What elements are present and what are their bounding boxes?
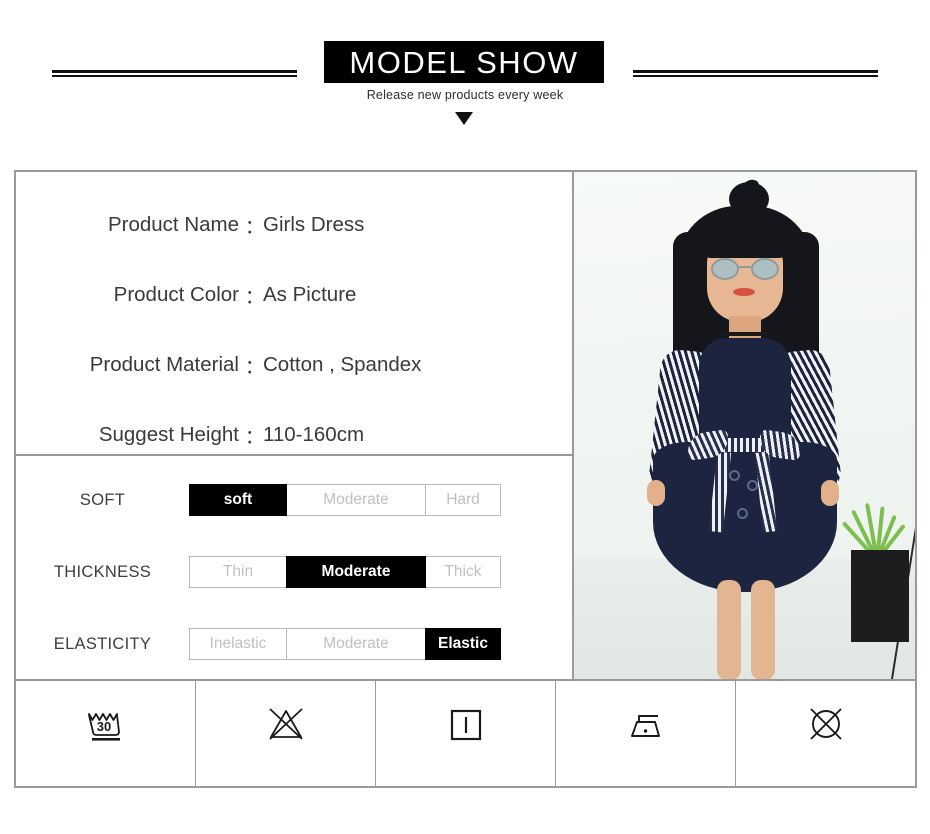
- do-not-dry-clean-icon: [809, 707, 842, 740]
- option-thickness-2[interactable]: Thick: [425, 556, 501, 588]
- do-not-bleach-icon: [268, 707, 303, 740]
- spec-label: Product Name: [107, 213, 239, 236]
- attribute-row-thickness: THICKNESS Thin Moderate Thick: [16, 536, 572, 608]
- wash-30-icon: 30: [87, 712, 120, 741]
- attribute-list: SOFT soft Moderate Hard THICKNESS Thin M…: [16, 456, 572, 680]
- attribute-options-soft: soft Moderate Hard: [189, 484, 501, 516]
- option-thickness-0[interactable]: Thin: [189, 556, 287, 588]
- sunglasses-icon: [709, 258, 781, 280]
- model-photo: [572, 172, 915, 679]
- spec-value: As Picture: [263, 283, 357, 306]
- spec-colon: ：: [245, 286, 265, 308]
- decorative-rule-right-icon: [633, 70, 878, 77]
- spec-value: 110-160cm: [263, 423, 365, 446]
- product-detail-page: MODEL SHOW Release new products every we…: [0, 0, 930, 834]
- spec-row: Product Name ： Girls Dress: [16, 190, 572, 260]
- spec-colon: ：: [245, 426, 265, 448]
- spec-list: Product Name ： Girls Dress Product Color…: [16, 172, 572, 454]
- product-info-card: Product Name ： Girls Dress Product Color…: [14, 170, 917, 788]
- care-cell-iron: [556, 681, 736, 786]
- spec-label: Suggest Height: [98, 423, 239, 446]
- decorative-rule-left-icon: [52, 70, 297, 77]
- triangle-down-icon: [455, 112, 473, 125]
- page-header: MODEL SHOW Release new products every we…: [0, 0, 930, 150]
- page-title-banner: MODEL SHOW: [324, 41, 604, 83]
- attribute-options-thickness: Thin Moderate Thick: [189, 556, 501, 588]
- care-cell-dry-clean: [736, 681, 915, 786]
- svg-text:30: 30: [96, 719, 110, 734]
- page-subtitle: Release new products every week: [366, 88, 564, 102]
- care-cell-bleach: [196, 681, 376, 786]
- model-photo-illustration: [574, 172, 915, 679]
- card-upper-section: Product Name ： Girls Dress Product Color…: [16, 172, 915, 679]
- attribute-row-elasticity: ELASTICITY Inelastic Moderate Elastic: [16, 608, 572, 680]
- info-pane: Product Name ： Girls Dress Product Color…: [16, 172, 572, 679]
- spec-label: Product Material: [89, 353, 239, 376]
- attribute-options-elasticity: Inelastic Moderate Elastic: [189, 628, 501, 660]
- spec-colon: ：: [245, 216, 265, 238]
- option-elasticity-2[interactable]: Elastic: [425, 628, 501, 660]
- spec-value: Girls Dress: [263, 213, 365, 236]
- attribute-row-soft: SOFT soft Moderate Hard: [16, 464, 572, 536]
- care-instructions-row: 30: [16, 679, 915, 786]
- option-soft-0[interactable]: soft: [189, 484, 287, 516]
- spec-value: Cotton , Spandex: [263, 353, 422, 376]
- spec-label: Product Color: [113, 283, 239, 306]
- spec-row: Product Color ： As Picture: [16, 260, 572, 330]
- attribute-label: ELASTICITY: [53, 634, 152, 653]
- care-cell-wash: 30: [16, 681, 196, 786]
- attribute-label: THICKNESS: [53, 562, 152, 581]
- option-thickness-1[interactable]: Moderate: [286, 556, 426, 588]
- model-figure: [625, 177, 865, 679]
- option-elasticity-0[interactable]: Inelastic: [189, 628, 287, 660]
- spec-row: Product Material ： Cotton , Spandex: [16, 330, 572, 400]
- page-title: MODEL SHOW: [349, 44, 579, 80]
- drip-dry-icon: [450, 709, 481, 740]
- spec-colon: ：: [245, 356, 265, 378]
- attribute-label: SOFT: [79, 490, 126, 509]
- iron-low-heat-icon: [630, 714, 660, 737]
- option-elasticity-1[interactable]: Moderate: [286, 628, 426, 660]
- care-cell-dry: [376, 681, 556, 786]
- option-soft-1[interactable]: Moderate: [286, 484, 426, 516]
- option-soft-2[interactable]: Hard: [425, 484, 501, 516]
